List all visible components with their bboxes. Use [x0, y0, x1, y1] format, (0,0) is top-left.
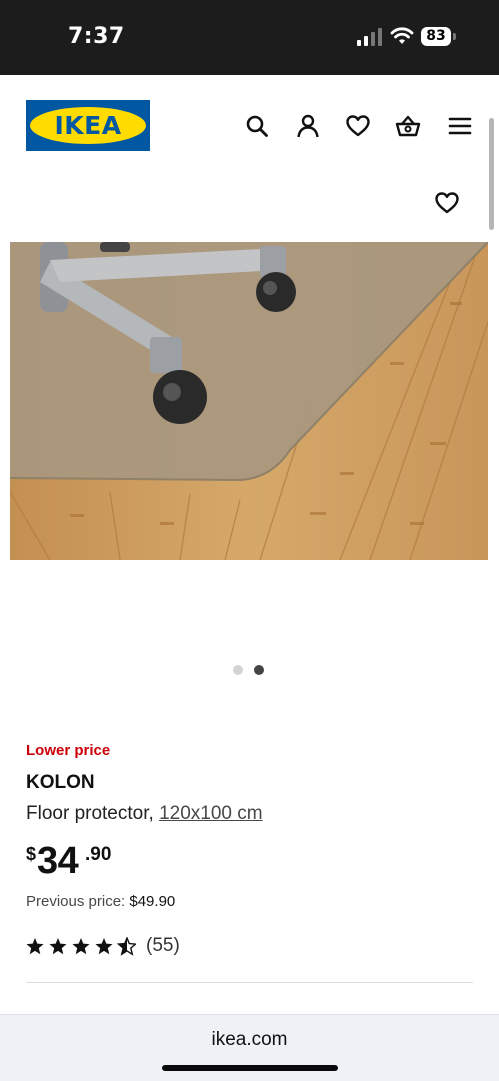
battery-level: 83	[421, 27, 451, 46]
site-header: IKEA	[0, 75, 499, 185]
rating-stars	[26, 937, 136, 956]
previous-price: Previous price: $49.90	[26, 893, 175, 910]
product-name: KOLON	[26, 772, 95, 793]
carousel-dot-active[interactable]	[254, 665, 264, 675]
previous-price-amount: $49.90	[129, 893, 176, 910]
search-icon[interactable]	[244, 113, 270, 139]
status-bar: 7:37 83	[0, 0, 499, 75]
price-integer: 34	[37, 840, 79, 882]
product-description: Floor protector, 120x100 cm	[26, 803, 263, 825]
url-text[interactable]: ikea.com	[0, 1029, 499, 1051]
battery-tip	[453, 33, 456, 40]
status-time: 7:37	[68, 24, 125, 49]
price-decimal: .90	[85, 844, 112, 865]
rating-count: (55)	[146, 935, 180, 956]
page-scrollbar[interactable]	[489, 118, 494, 230]
ikea-logo[interactable]: IKEA	[26, 100, 150, 151]
price-currency: $	[26, 844, 37, 864]
carousel-dots	[233, 665, 267, 677]
product-image[interactable]	[10, 242, 488, 560]
product-type: Floor protector,	[26, 803, 160, 824]
menu-icon[interactable]	[447, 113, 473, 139]
lower-price-badge: Lower price	[26, 742, 111, 759]
heart-icon[interactable]	[345, 113, 371, 139]
wifi-icon	[390, 26, 414, 46]
account-icon[interactable]	[295, 113, 321, 139]
carousel-dot[interactable]	[233, 665, 243, 675]
favourite-button[interactable]	[434, 190, 460, 216]
product-size-link[interactable]: 120x100 cm	[159, 803, 263, 824]
divider	[26, 982, 473, 983]
previous-price-label: Previous price:	[26, 893, 130, 910]
browser-address-bar[interactable]: ikea.com	[0, 1014, 499, 1081]
home-indicator[interactable]	[162, 1065, 338, 1071]
logo-text: IKEA	[54, 111, 122, 140]
basket-icon[interactable]	[395, 113, 421, 139]
signal-icon	[357, 28, 383, 46]
battery-icon: 83	[421, 27, 457, 46]
